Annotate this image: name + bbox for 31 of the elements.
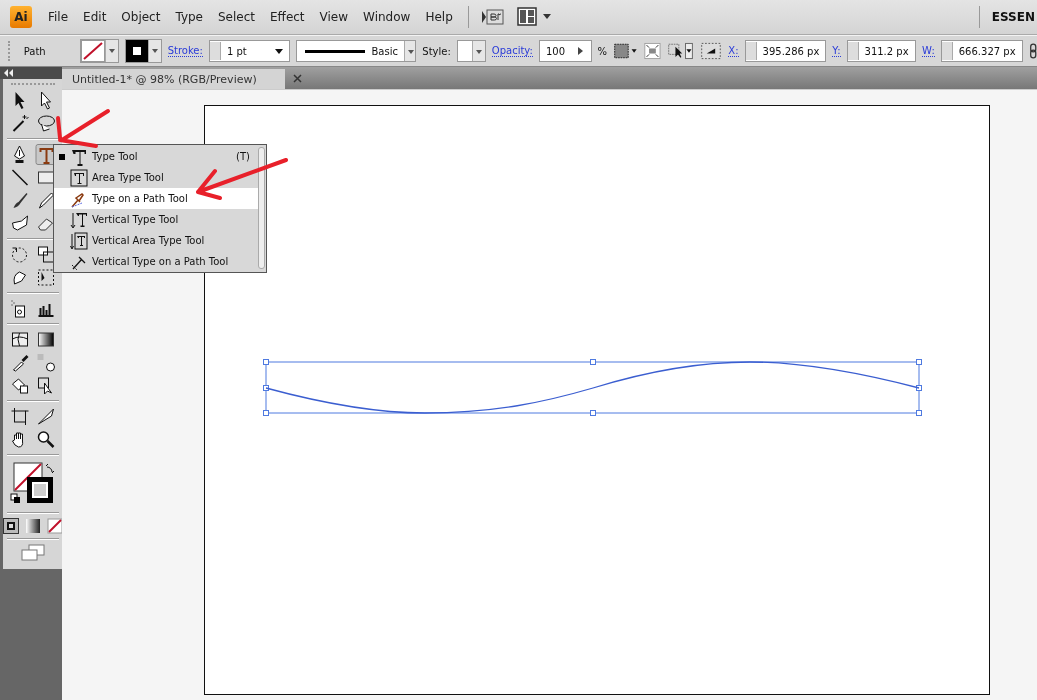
menu-item[interactable]: Vertical Type Tool: [54, 209, 258, 230]
selection-type-label: Path: [23, 45, 46, 57]
x-link[interactable]: X:: [728, 45, 739, 57]
menu-item[interactable]: Vertical Area Type Tool: [54, 230, 258, 251]
menu-item[interactable]: Type Tool (T): [54, 146, 258, 167]
stroke-link[interactable]: Stroke:: [167, 45, 203, 57]
document-tab[interactable]: Untitled-1* @ 98% (RGB/Preview): [62, 69, 285, 89]
menu-item[interactable]: Vertical Type on a Path Tool: [54, 251, 258, 272]
brush-field[interactable]: Basic: [296, 40, 417, 62]
percent-label: %: [597, 45, 608, 57]
menu-item[interactable]: Help: [425, 10, 453, 24]
y-field[interactable]: 311.2 px: [846, 40, 917, 62]
x-field[interactable]: 395.286 px: [744, 40, 827, 62]
workspace-switcher[interactable]: ESSEN: [991, 10, 1035, 24]
menu-item[interactable]: Select: [218, 10, 256, 24]
menu-item[interactable]: View: [319, 10, 349, 24]
w-field[interactable]: 666.327 px: [940, 40, 1023, 62]
y-link[interactable]: Y:: [832, 45, 841, 57]
menu-item[interactable]: Type: [175, 10, 203, 24]
app-logo[interactable]: Ai: [10, 6, 32, 28]
menu-item[interactable]: Window: [363, 10, 411, 24]
menu-item[interactable]: Effect: [270, 10, 305, 24]
menu-item[interactable]: File: [48, 10, 69, 24]
opacity-field[interactable]: 100: [538, 40, 592, 62]
w-link[interactable]: W:: [922, 45, 935, 57]
menu-item[interactable]: Area Type Tool: [54, 167, 258, 188]
menu-item[interactable]: Edit: [83, 10, 107, 24]
menu-item[interactable]: Object: [121, 10, 161, 24]
style-label: Style:: [422, 45, 451, 57]
stroke-weight-field[interactable]: 1 pt: [208, 40, 291, 62]
opacity-link[interactable]: Opacity:: [491, 45, 533, 57]
